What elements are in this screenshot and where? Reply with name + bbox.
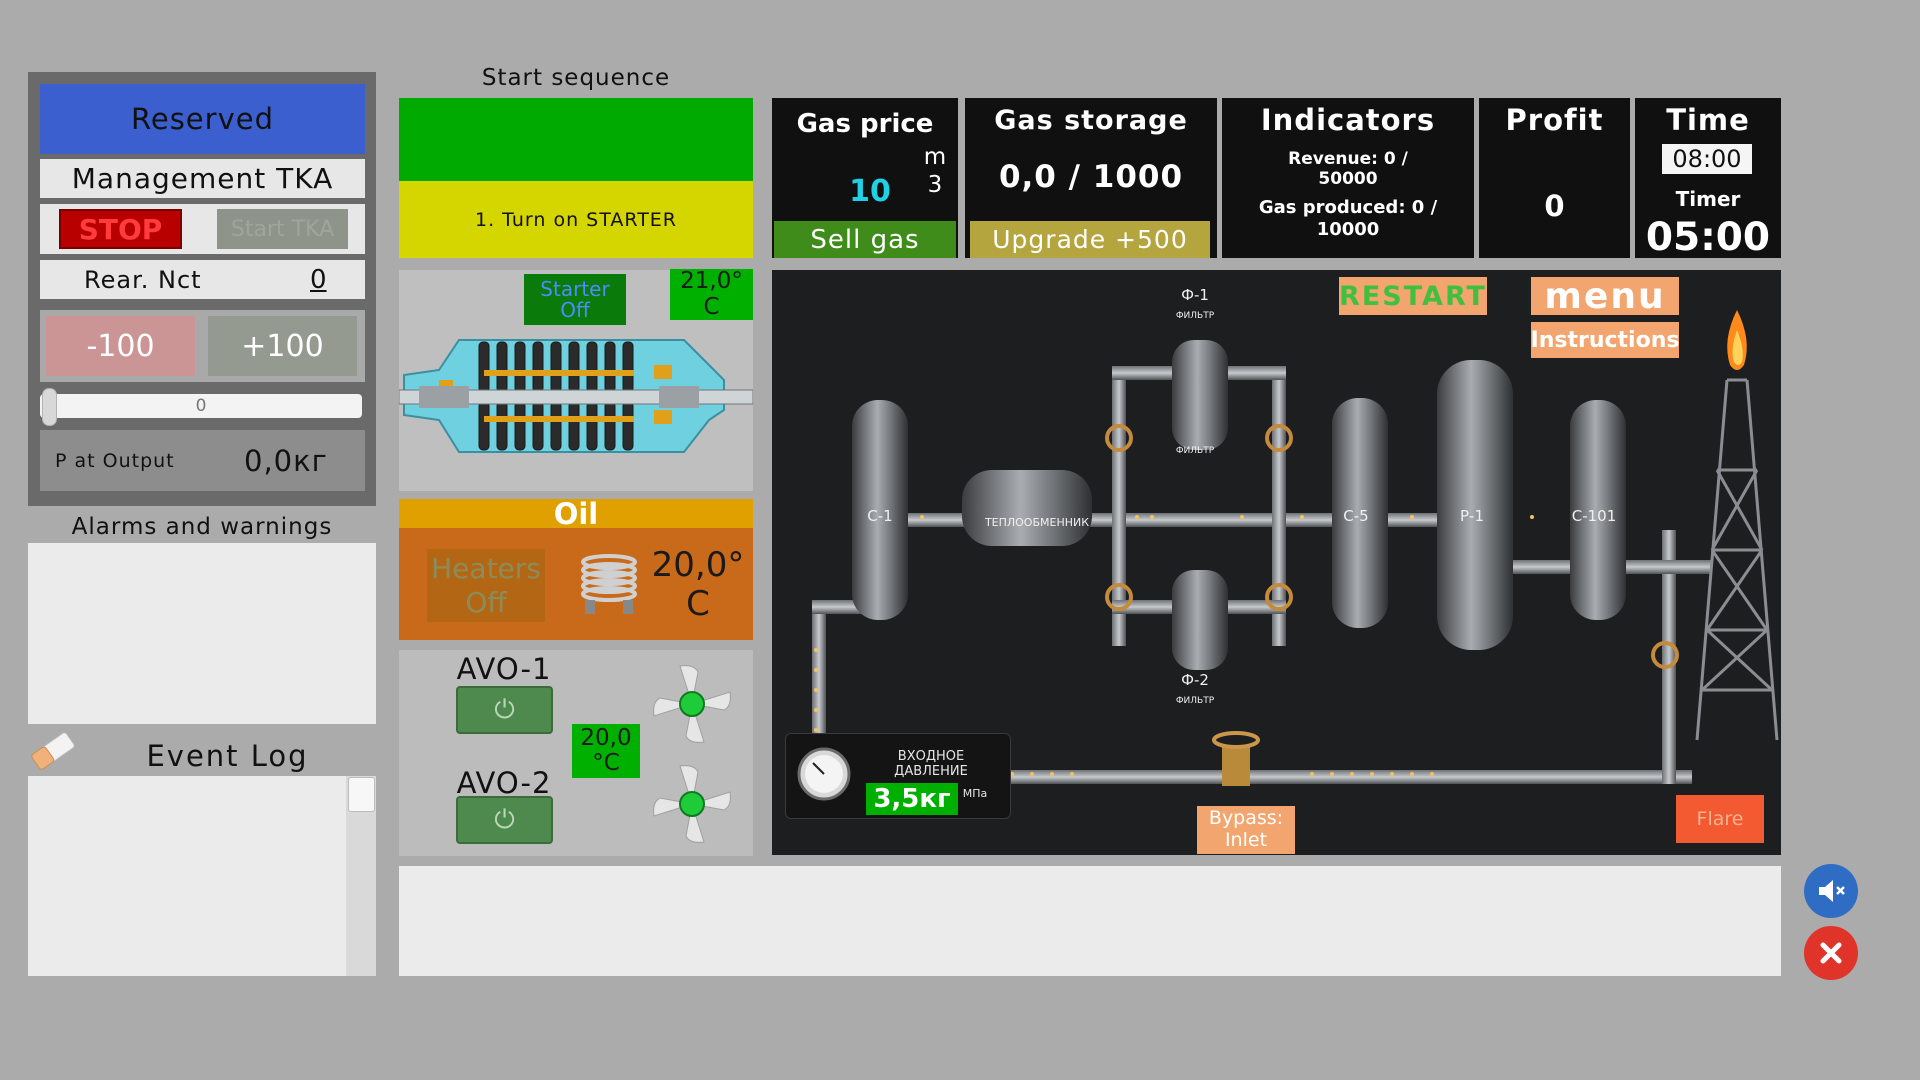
gas-price-title: Gas price [796,109,934,139]
inlet-pressure-value: 3,5кг [866,783,958,815]
reserved-status: Reserved [40,84,365,154]
indicators-title: Indicators [1260,103,1436,137]
management-title: Management TKA [40,159,365,198]
avo1-power-button[interactable]: ⏻ [456,686,553,734]
sequence-current-step: 1. Turn on STARTER [399,181,753,258]
sell-gas-button[interactable]: Sell gas [774,221,956,258]
speed-slider-handle[interactable] [42,388,57,426]
speed-slider-value: 0 [195,396,207,416]
start-sequence-title: Start sequence [481,65,671,91]
instructions-button[interactable]: Instructions [1531,322,1679,358]
revenue-indicator: Revenue: 0 / 50000 [1288,148,1408,189]
oil-temperature: 20,0° C [651,544,745,624]
starter-status-button[interactable]: Starter Off [524,274,626,325]
vessel-p1-label: Р-1 [1459,507,1484,525]
gas-storage-value: 0,0 / 1000 [998,159,1184,195]
alarms-title: Alarms and warnings [71,514,333,540]
menu-button[interactable]: menu [1531,276,1679,317]
timer-value: 05:00 [1645,214,1771,260]
avo2-fan-icon [650,762,734,846]
speaker-muted-icon[interactable] [1804,864,1858,918]
pressure-output-label: P at Output [55,449,175,472]
inlet-pressure-unit: МПа [962,786,988,800]
filter-f1-lower-sublabel: ФИЛЬТР [1175,446,1215,456]
minus-100-button[interactable]: -100 [46,316,195,376]
sequence-status-indicator [399,98,753,181]
gas-price-unit-m: m [923,144,947,171]
game-clock: 08:00 [1662,144,1752,174]
flare-button[interactable]: Flare [1676,795,1764,843]
avo-temperature: 20,0 °C [572,724,640,778]
event-log-title: Event Log [146,739,309,773]
inlet-pressure-title: ВХОДНОЕ ДАВЛЕНИЕ [894,749,968,779]
rear-nct-label: Rear. Nct [84,265,202,294]
avo2-power-button[interactable]: ⏻ [456,796,553,844]
time-title: Time [1666,103,1750,137]
heaters-button[interactable]: Heaters Off [427,549,545,622]
restart-button[interactable]: RESTART [1339,277,1487,315]
profit-title: Profit [1505,103,1604,137]
gas-storage-title: Gas storage [994,104,1188,136]
gas-produced-indicator: Gas produced: 0 / 10000 [1258,197,1438,240]
oil-title: Oil [399,497,753,531]
vessel-c5-label: С-5 [1343,507,1369,525]
eraser-icon[interactable] [26,728,80,774]
heat-exchanger-label: ТЕПЛООБМЕННИК [984,515,1090,529]
rear-nct-value: 0 [310,264,327,295]
event-log-list [28,776,376,976]
message-box [399,866,1781,976]
timer-label: Timer [1675,187,1741,211]
avo1-label: AVO-1 [456,652,552,686]
pressure-output-value: 0,0кг [244,443,328,478]
gas-price-unit-3: 3 [927,172,943,198]
filter-f1-sublabel: ФИЛЬТР [1175,311,1215,321]
gas-price-value: 10 [849,173,891,209]
vessel-c101-label: С-101 [1571,507,1617,525]
vessel-c1-label: С-1 [867,507,893,525]
stop-button[interactable]: STOP [59,209,182,249]
plus-100-button[interactable]: +100 [208,316,357,376]
heater-coil-icon [576,548,642,622]
upgrade-storage-button[interactable]: Upgrade +500 [970,221,1210,258]
profit-value: 0 [1544,189,1565,223]
avo1-fan-icon [650,662,734,746]
bypass-inlet-button[interactable]: Bypass: Inlet [1197,806,1295,854]
filter-f2-label: Ф-2 [1181,671,1209,689]
compressor-temperature: 21,0° C [670,269,753,320]
filter-f2-sublabel: ФИЛЬТР [1175,696,1215,706]
event-log-scroll-thumb[interactable] [348,777,375,812]
start-tka-button[interactable]: Start TKA [217,209,348,249]
pressure-gauge-icon [797,747,851,801]
gas-price-unit: m 3 [920,142,950,202]
close-icon[interactable] [1804,926,1858,980]
alarms-list [28,543,376,724]
filter-f1-label: Ф-1 [1181,286,1209,304]
